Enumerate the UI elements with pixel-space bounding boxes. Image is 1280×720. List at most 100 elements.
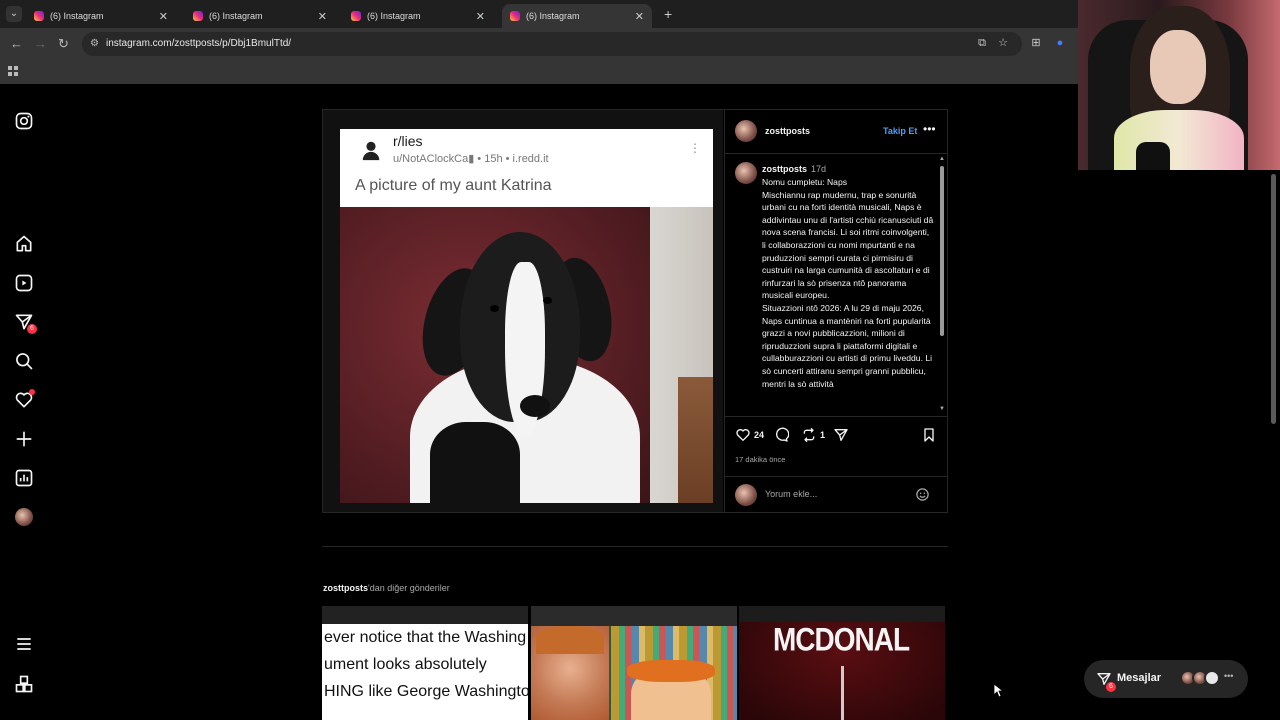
post-header: zosttposts Takip Et ••• — [725, 110, 948, 154]
instagram-favicon-icon — [193, 11, 203, 21]
bookmark-star-icon[interactable]: ☆ — [997, 37, 1009, 49]
more-menu-icon[interactable] — [14, 634, 34, 654]
thumbnail-text: MCDONAL — [772, 621, 910, 658]
messages-badge: 6 — [27, 324, 37, 334]
contact-avatar — [1204, 670, 1220, 686]
notifications-nav[interactable] — [14, 389, 35, 410]
reddit-screenshot: r/lies u/NotAClockCa▮ • 15h • i.redd.it … — [340, 129, 713, 503]
caption-text: Nomu cumpletu: Naps Mischiannu rap muder… — [762, 177, 934, 389]
emoji-icon[interactable] — [915, 487, 930, 502]
instagram-favicon-icon — [34, 11, 44, 21]
comment-bar: Yorum ekle... — [725, 476, 948, 512]
current-user-avatar — [735, 484, 757, 506]
more-options-icon[interactable]: ••• — [923, 122, 936, 136]
reels-icon[interactable] — [14, 273, 34, 293]
mouse-cursor-icon — [994, 684, 1004, 698]
author-username[interactable]: zosttposts — [765, 126, 810, 136]
post-container: r/lies u/NotAClockCa▮ • 15h • i.redd.it … — [322, 109, 948, 513]
instagram-logo-icon[interactable] — [14, 111, 34, 131]
post-thumbnail[interactable]: ever notice that the Washing ument looks… — [322, 606, 528, 720]
tab-title: (6) Instagram — [209, 11, 263, 21]
more-contacts-icon: ••• — [1224, 671, 1234, 681]
post-thumbnail[interactable] — [531, 606, 737, 720]
comment-input[interactable]: Yorum ekle... — [765, 489, 817, 499]
reddit-title: A picture of my aunt Katrina — [355, 177, 552, 194]
scroll-thumb[interactable] — [940, 166, 944, 336]
tab-title: (6) Instagram — [50, 11, 104, 21]
instagram-favicon-icon — [351, 11, 361, 21]
instagram-page: 6 r/lies u/NotAClockCa▮ • 15h • i.redd.i… — [0, 84, 1280, 720]
section-divider — [322, 546, 948, 547]
reddit-more-icon: ⋮ — [689, 141, 701, 155]
tab-title: (6) Instagram — [526, 11, 580, 21]
scroll-down-icon[interactable]: ▼ — [939, 406, 945, 412]
follow-button[interactable]: Takip Et — [883, 126, 917, 136]
save-button[interactable] — [921, 427, 937, 443]
close-tab-icon[interactable]: ✕ — [318, 10, 327, 23]
close-tab-icon[interactable]: ✕ — [159, 10, 168, 23]
back-icon[interactable]: ← — [10, 36, 23, 51]
reddit-user-icon — [362, 141, 380, 161]
heart-icon — [736, 429, 750, 441]
repost-count: 1 — [820, 430, 826, 440]
messages-label: Mesajlar — [1117, 672, 1162, 684]
caption-scrollbar[interactable]: ▲ ▼ — [939, 156, 945, 414]
messages-nav[interactable]: 6 — [14, 312, 37, 334]
instagram-favicon-icon — [510, 11, 520, 21]
side-navigation: 6 — [0, 84, 48, 720]
comment-button[interactable] — [773, 427, 789, 443]
post-actions: 24 1 17 dakika önce — [725, 416, 948, 476]
site-info-icon[interactable]: ⚙ — [90, 32, 99, 56]
home-icon[interactable] — [14, 234, 34, 254]
like-count: 24 — [754, 430, 765, 440]
tab-search-chevron-icon[interactable]: ⌄ — [6, 6, 22, 22]
dog-photo — [340, 207, 713, 503]
address-bar[interactable]: ⚙ instagram.com/zosttposts/p/Dbj1BmulTtd… — [82, 32, 1022, 56]
apps-grid-icon[interactable] — [8, 66, 18, 76]
post-side-panel: zosttposts Takip Et ••• zosttposts 17d No… — [724, 110, 948, 512]
profile-icon[interactable]: ● — [1054, 37, 1066, 49]
share-button[interactable] — [833, 427, 849, 443]
comment-icon — [776, 427, 789, 442]
new-tab-icon[interactable]: + — [664, 6, 672, 22]
notification-dot — [29, 389, 35, 395]
webcam-overlay — [1078, 0, 1280, 170]
thumbnail-text: ever notice that the Washing ument looks… — [324, 629, 528, 700]
caption-username[interactable]: zosttposts 17d — [762, 164, 826, 174]
page-scrollbar[interactable] — [1271, 174, 1276, 424]
browser-tab[interactable]: (6) Instagram ✕ — [185, 4, 335, 28]
url-text: instagram.com/zosttposts/p/Dbj1BmulTtd/ — [106, 38, 292, 49]
post-thumbnail[interactable]: MCDONAL — [739, 606, 945, 720]
messages-button[interactable]: 6 Mesajlar ••• — [1084, 660, 1248, 698]
search-icon[interactable] — [14, 351, 34, 371]
browser-tab[interactable]: (6) Instagram ✕ — [343, 4, 493, 28]
reload-icon[interactable]: ↻ — [58, 36, 69, 52]
also-from-meta-icon[interactable] — [14, 674, 34, 694]
caption-age: 17d — [811, 164, 827, 174]
reddit-subreddit: r/lies — [393, 133, 423, 149]
create-plus-icon[interactable] — [14, 429, 34, 449]
scroll-up-icon[interactable]: ▲ — [939, 156, 945, 162]
close-tab-icon[interactable]: ✕ — [476, 10, 485, 23]
tab-title: (6) Instagram — [367, 11, 421, 21]
forward-icon[interactable]: → — [34, 36, 47, 51]
reddit-meta: u/NotAClockCa▮ • 15h • i.redd.it — [393, 153, 549, 165]
close-tab-icon[interactable]: ✕ — [635, 10, 644, 23]
post-timestamp: 17 dakika önce — [735, 455, 786, 464]
more-posts-heading: zosttposts'dan diğer gönderiler — [323, 583, 450, 593]
dashboard-icon[interactable] — [14, 468, 34, 488]
more-posts-user[interactable]: zosttposts — [323, 583, 368, 593]
reddit-header: r/lies u/NotAClockCa▮ • 15h • i.redd.it … — [340, 129, 713, 207]
browser-tab-active[interactable]: (6) Instagram ✕ — [502, 4, 652, 28]
author-avatar[interactable] — [735, 120, 757, 142]
extensions-icon[interactable]: ⊞ — [1030, 37, 1042, 49]
like-button[interactable]: 24 — [735, 427, 764, 443]
more-posts-grid: ever notice that the Washing ument looks… — [322, 606, 948, 720]
repost-button[interactable]: 1 — [801, 427, 825, 443]
browser-tab[interactable]: (6) Instagram ✕ — [26, 4, 176, 28]
caption-avatar[interactable] — [735, 162, 757, 184]
install-app-icon[interactable]: ⧉ — [976, 37, 988, 49]
share-send-icon — [834, 429, 848, 441]
post-media[interactable]: r/lies u/NotAClockCa▮ • 15h • i.redd.it … — [323, 110, 723, 512]
profile-avatar[interactable] — [15, 508, 33, 526]
